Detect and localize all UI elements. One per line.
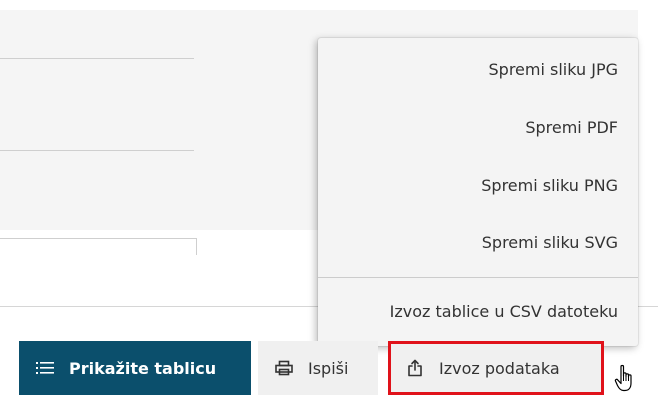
print-label: Ispiši: [308, 358, 349, 378]
export-data-label: Izvoz podataka: [439, 358, 560, 378]
hand-pointer-icon: [614, 364, 638, 394]
text-field[interactable]: [0, 238, 197, 255]
show-table-button[interactable]: Prikažite tablicu: [19, 341, 251, 395]
print-button[interactable]: Ispiši: [258, 341, 378, 395]
list-icon: [35, 358, 55, 378]
form-line: [0, 58, 194, 59]
show-table-label: Prikažite tablicu: [69, 358, 217, 378]
share-upload-icon: [405, 358, 425, 378]
export-dropdown-menu: Spremi sliku JPG Spremi PDF Spremi sliku…: [318, 38, 638, 346]
menu-item-save-png[interactable]: Spremi sliku PNG: [481, 176, 618, 195]
menu-item-save-jpg[interactable]: Spremi sliku JPG: [489, 60, 619, 79]
menu-item-export-csv[interactable]: Izvoz tablice u CSV datoteku: [390, 302, 618, 321]
menu-item-save-pdf[interactable]: Spremi PDF: [525, 118, 618, 137]
menu-item-save-svg[interactable]: Spremi sliku SVG: [482, 233, 618, 252]
form-line: [0, 150, 194, 151]
export-data-button[interactable]: Izvoz podataka: [388, 341, 604, 395]
printer-icon: [274, 358, 294, 378]
menu-separator: [318, 277, 638, 278]
